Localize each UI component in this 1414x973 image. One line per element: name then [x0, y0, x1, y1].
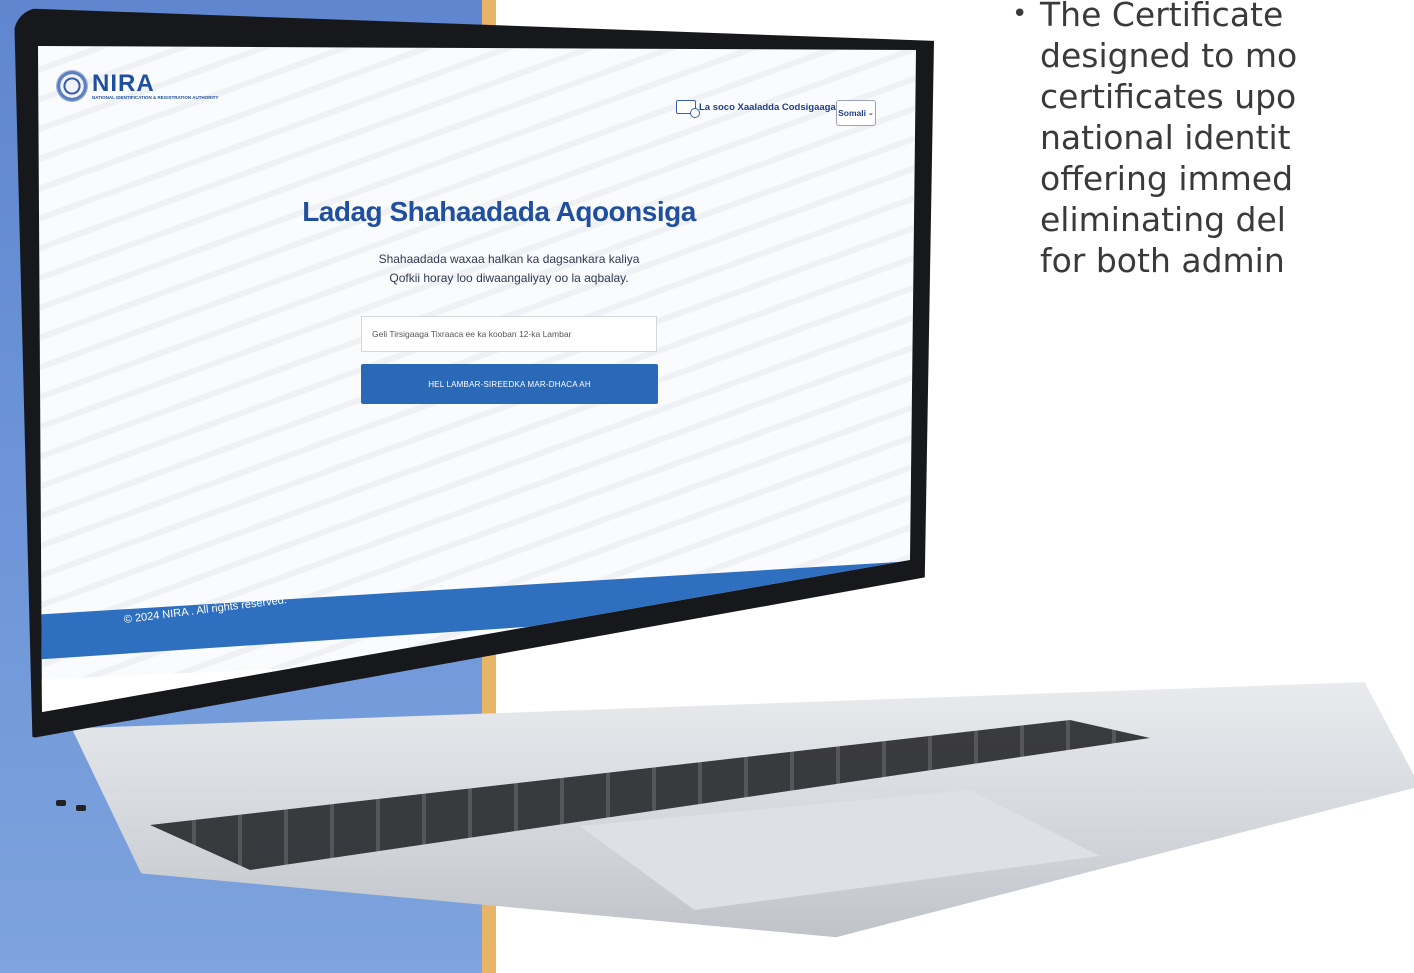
usb-port-icon: [76, 805, 86, 811]
subtitle-line: Shahaadada waxaa halkan ka dagsankara ka…: [378, 252, 640, 266]
page-title: Ladag Shahaadada Aqoonsiga: [302, 196, 696, 227]
language-value: Somali: [838, 108, 866, 118]
page-subtitle: Shahaadada waxaa halkan ka dagsankara ka…: [334, 250, 684, 288]
subtitle-line: Qofkii horay loo diwaangaliyay oo la aqb…: [389, 271, 629, 285]
language-select[interactable]: Somali ⌄: [836, 100, 876, 126]
logo-subtitle: NATIONAL IDENTIFICATION & REGISTRATION A…: [92, 94, 219, 100]
chevron-down-icon: ⌄: [868, 110, 874, 117]
id-card-icon: [676, 100, 700, 118]
usb-port-icon: [56, 800, 66, 806]
nira-logo[interactable]: NIRA NATIONAL IDENTIFICATION & REGISTRAT…: [56, 70, 219, 102]
laptop-mockup: NIRA NATIONAL IDENTIFICATION & REGISTRAT…: [0, 0, 1414, 973]
emblem-icon: [56, 70, 88, 102]
track-application-link[interactable]: La soco Xaaladda Codsigaaga: [676, 100, 836, 118]
track-application-label: La soco Xaaladda Codsigaaga: [699, 101, 836, 113]
reference-number-input[interactable]: [361, 316, 657, 352]
logo-name: NIRA: [92, 69, 155, 97]
get-otp-button[interactable]: HEL LAMBAR-SIREEDKA MAR-DHACA AH: [361, 364, 658, 404]
